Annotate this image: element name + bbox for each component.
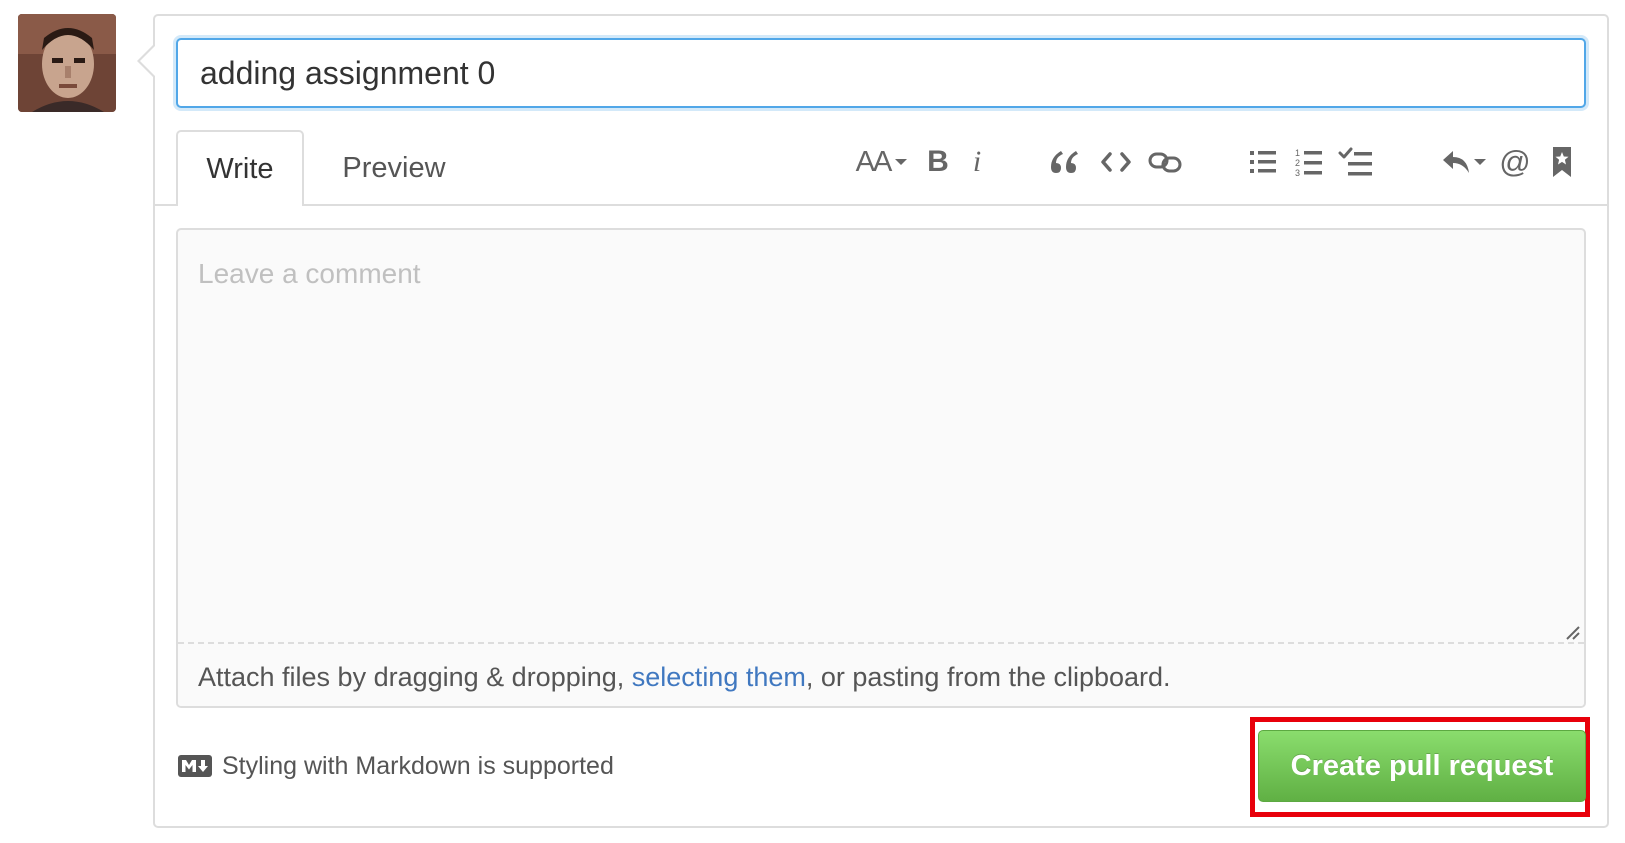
- italic-label: i: [972, 145, 982, 178]
- code-button[interactable]: [1097, 138, 1135, 186]
- header-label: AA: [855, 145, 893, 178]
- quote-icon: [1051, 151, 1078, 173]
- tab-write[interactable]: Write: [176, 130, 304, 206]
- svg-text:1: 1: [1295, 148, 1300, 158]
- resize-handle-icon[interactable]: [1564, 624, 1580, 640]
- select-files-link[interactable]: selecting them: [632, 662, 806, 692]
- markdown-help[interactable]: Styling with Markdown is supported: [178, 748, 614, 784]
- user-avatar[interactable]: [18, 14, 116, 112]
- bold-label: B: [927, 145, 949, 178]
- title-input[interactable]: [176, 38, 1586, 108]
- task-list-button[interactable]: [1336, 138, 1376, 186]
- create-pull-request-button[interactable]: Create pull request: [1258, 730, 1586, 802]
- markdown-icon: [178, 755, 212, 777]
- panel-caret-fill: [140, 46, 155, 76]
- chevron-down-icon: [1474, 159, 1486, 165]
- quote-button[interactable]: [1044, 138, 1084, 186]
- header-button[interactable]: AA: [851, 138, 913, 186]
- mention-label: @: [1499, 144, 1531, 179]
- chevron-down-icon: [895, 159, 908, 165]
- italic-button[interactable]: i: [964, 138, 990, 186]
- comment-textarea[interactable]: [178, 230, 1584, 642]
- link-icon: [1148, 152, 1182, 173]
- bold-button[interactable]: B: [921, 138, 955, 186]
- reply-button[interactable]: [1438, 138, 1490, 186]
- unordered-list-button[interactable]: [1245, 138, 1281, 186]
- saved-replies-button[interactable]: [1547, 138, 1577, 186]
- comment-box: Attach files by dragging & dropping, sel…: [176, 228, 1586, 708]
- reply-icon: [1443, 151, 1469, 173]
- file-attach-bar[interactable]: Attach files by dragging & dropping, sel…: [178, 642, 1584, 706]
- mention-button[interactable]: @: [1497, 138, 1533, 186]
- code-icon: [1101, 152, 1131, 172]
- svg-text:2: 2: [1295, 158, 1300, 168]
- bookmark-icon: [1553, 147, 1571, 177]
- unordered-list-icon: [1250, 151, 1276, 173]
- task-list-icon: [1338, 147, 1372, 176]
- link-button[interactable]: [1145, 138, 1185, 186]
- attach-text-prefix: Attach files by dragging & dropping,: [198, 662, 632, 692]
- markdown-help-text: Styling with Markdown is supported: [222, 751, 614, 780]
- ordered-list-icon: 1 2 3: [1295, 148, 1322, 177]
- attach-text-suffix: , or pasting from the clipboard.: [805, 662, 1171, 692]
- svg-text:3: 3: [1295, 168, 1300, 177]
- ordered-list-button[interactable]: 1 2 3: [1291, 138, 1327, 186]
- tab-preview[interactable]: Preview: [310, 130, 478, 206]
